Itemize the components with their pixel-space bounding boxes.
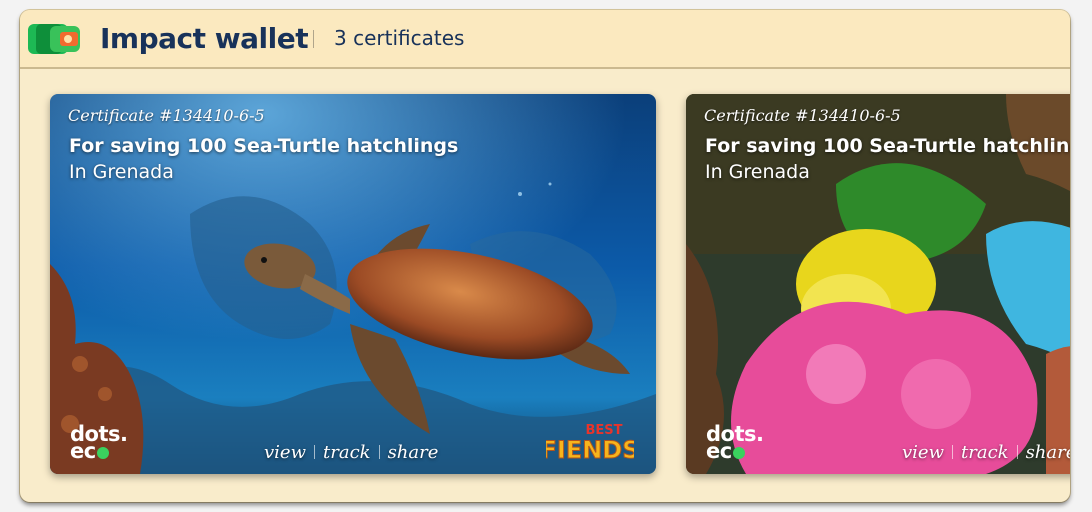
impact-wallet-panel: Impact wallet 3 certificates Certificate… <box>20 10 1070 502</box>
header-divider <box>313 30 314 48</box>
wallet-title: Impact wallet <box>100 22 309 55</box>
certificate-location: In Grenada <box>69 161 174 183</box>
view-link[interactable]: view <box>902 442 944 463</box>
track-link[interactable]: track <box>323 442 371 463</box>
certificate-number: Certificate #134410-6-5 <box>68 106 265 125</box>
certificate-actions: view track share <box>264 442 438 463</box>
wallet-icon <box>28 24 80 54</box>
track-link[interactable]: track <box>961 442 1009 463</box>
share-link[interactable]: share <box>1026 442 1070 463</box>
view-link[interactable]: view <box>264 442 306 463</box>
best-fiends-logo: BEST FIENDS <box>546 423 634 464</box>
certificate-title: For saving 100 Sea-Turtle hatchlings <box>69 135 459 157</box>
certificate-location: In Grenada <box>705 161 810 183</box>
certificate-title: For saving 100 Sea-Turtle hatchlings <box>705 135 1070 157</box>
svg-text:FIENDS: FIENDS <box>546 436 634 464</box>
dots-eco-logo: dots. ec <box>70 422 128 463</box>
wallet-header: Impact wallet 3 certificates <box>20 10 1070 69</box>
certificate-card[interactable]: Certificate #134410-6-5 For saving 100 S… <box>686 94 1070 474</box>
share-link[interactable]: share <box>388 442 439 463</box>
certificate-count: 3 certificates <box>334 26 465 50</box>
dots-eco-logo: dots. ec <box>706 422 764 463</box>
certificate-actions: view track share <box>902 442 1070 463</box>
certificate-card[interactable]: Certificate #134410-6-5 For saving 100 S… <box>50 94 656 474</box>
certificate-number: Certificate #134410-6-5 <box>704 106 901 125</box>
